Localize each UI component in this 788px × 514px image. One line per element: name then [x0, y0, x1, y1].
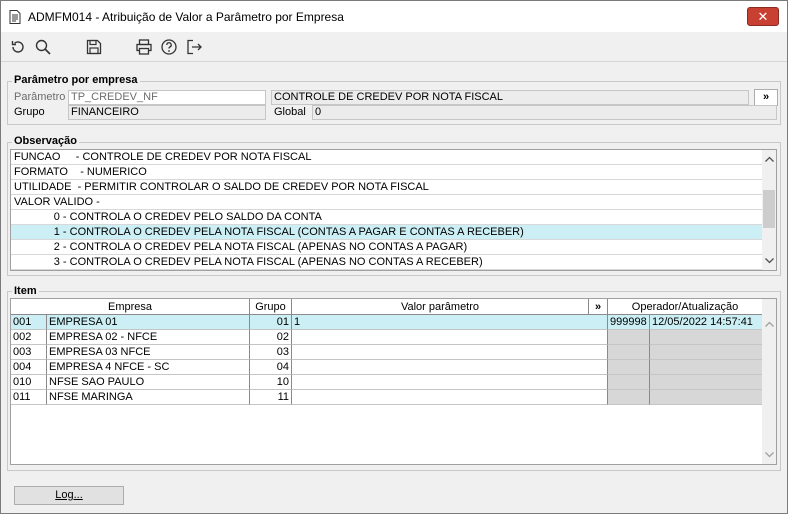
- global-label: Global: [274, 106, 306, 118]
- toolbar: [1, 32, 787, 62]
- scroll-up-icon[interactable]: [762, 152, 776, 166]
- cell-grupo: 11: [250, 390, 292, 405]
- obs-line: 3 - CONTROLA O CREDEV PELA NOTA FISCAL (…: [11, 255, 763, 270]
- title-bar: ADMFM014 - Atribuição de Valor a Parâmet…: [1, 1, 787, 32]
- cell-grupo: 10: [250, 375, 292, 390]
- obs-line: FORMATO - NUMERICO: [11, 165, 763, 180]
- cell-code: 002: [11, 330, 47, 345]
- close-button[interactable]: ✕: [747, 7, 779, 26]
- scroll-down-icon[interactable]: [762, 448, 776, 462]
- cell-grupo: 04: [250, 360, 292, 375]
- grupo-label: Grupo: [14, 106, 45, 118]
- obs-line: 0 - CONTROLA O CREDEV PELO SALDO DA CONT…: [11, 210, 763, 225]
- obs-scrollbar[interactable]: [762, 150, 776, 270]
- cell-operador: [608, 360, 650, 375]
- cell-valor[interactable]: [292, 330, 608, 345]
- cell-valor[interactable]: [292, 375, 608, 390]
- cell-operador: [608, 375, 650, 390]
- refresh-icon[interactable]: [8, 37, 28, 57]
- item-grid[interactable]: Empresa Grupo Valor parâmetro » Operador…: [10, 298, 777, 465]
- save-icon[interactable]: [84, 37, 104, 57]
- cell-atualizacao: 12/05/2022 14:57:41: [650, 315, 763, 330]
- cell-empresa: EMPRESA 4 NFCE - SC: [47, 360, 250, 375]
- cell-empresa: EMPRESA 03 NFCE: [47, 345, 250, 360]
- cell-code: 004: [11, 360, 47, 375]
- cell-operador: [608, 330, 650, 345]
- cell-code: 001: [11, 315, 47, 330]
- parametro-label: Parâmetro: [14, 91, 66, 103]
- scroll-thumb[interactable]: [763, 190, 775, 228]
- observacao-list[interactable]: FUNCAO - CONTROLE DE CREDEV POR NOTA FIS…: [10, 149, 777, 271]
- log-button-label: Log...: [55, 489, 83, 501]
- cell-code: 011: [11, 390, 47, 405]
- cell-operador: [608, 345, 650, 360]
- app-window: ADMFM014 - Atribuição de Valor a Parâmet…: [0, 0, 788, 514]
- col-header-valor[interactable]: Valor parâmetro: [292, 299, 589, 315]
- cell-valor[interactable]: 1: [292, 315, 608, 330]
- cell-atualizacao: [650, 330, 763, 345]
- cell-atualizacao: [650, 360, 763, 375]
- col-header-operador[interactable]: Operador/Atualização: [608, 299, 763, 315]
- item-group-title: Item: [12, 285, 39, 297]
- obs-group-title: Observação: [12, 135, 79, 147]
- cell-code: 003: [11, 345, 47, 360]
- obs-line-selected: 1 - CONTROLA O CREDEV PELA NOTA FISCAL (…: [11, 225, 763, 240]
- log-button[interactable]: Log...: [14, 486, 124, 505]
- print-icon[interactable]: [134, 37, 154, 57]
- scroll-down-icon[interactable]: [762, 254, 776, 268]
- cell-atualizacao: [650, 375, 763, 390]
- obs-line: 2 - CONTROLA O CREDEV PELA NOTA FISCAL (…: [11, 240, 763, 255]
- obs-line: VALOR VALIDO -: [11, 195, 763, 210]
- obs-line: FUNCAO - CONTROLE DE CREDEV POR NOTA FIS…: [11, 150, 763, 165]
- scroll-up-icon[interactable]: [762, 317, 776, 331]
- col-expand-button[interactable]: »: [589, 299, 608, 315]
- document-icon: [8, 9, 22, 25]
- exit-icon[interactable]: [184, 37, 204, 57]
- cell-valor[interactable]: [292, 360, 608, 375]
- descricao-field[interactable]: CONTROLE DE CREDEV POR NOTA FISCAL: [271, 90, 749, 105]
- cell-operador: [608, 390, 650, 405]
- cell-grupo: 03: [250, 345, 292, 360]
- help-icon[interactable]: [159, 37, 179, 57]
- cell-valor[interactable]: [292, 345, 608, 360]
- cell-atualizacao: [650, 390, 763, 405]
- cell-grupo: 02: [250, 330, 292, 345]
- window-title: ADMFM014 - Atribuição de Valor a Parâmet…: [28, 9, 344, 24]
- cell-empresa: NFSE SAO PAULO: [47, 375, 250, 390]
- grid-scrollbar[interactable]: [762, 299, 776, 464]
- param-group-title: Parâmetro por empresa: [12, 74, 140, 86]
- cell-grupo: 01: [250, 315, 292, 330]
- col-header-empresa[interactable]: Empresa: [11, 299, 250, 315]
- global-field[interactable]: 0: [312, 105, 777, 120]
- parametro-field[interactable]: TP_CREDEV_NF: [68, 90, 266, 105]
- cell-empresa: NFSE MARINGA: [47, 390, 250, 405]
- cell-valor[interactable]: [292, 390, 608, 405]
- cell-empresa: EMPRESA 02 - NFCE: [47, 330, 250, 345]
- obs-line: UTILIDADE - PERMITIR CONTROLAR O SALDO D…: [11, 180, 763, 195]
- cell-atualizacao: [650, 345, 763, 360]
- col-header-grupo[interactable]: Grupo: [250, 299, 292, 315]
- cell-operador: 999998: [608, 315, 650, 330]
- grupo-field[interactable]: FINANCEIRO: [68, 105, 266, 120]
- cell-code: 010: [11, 375, 47, 390]
- expand-button[interactable]: »: [754, 89, 778, 106]
- search-icon[interactable]: [33, 37, 53, 57]
- cell-empresa: EMPRESA 01: [47, 315, 250, 330]
